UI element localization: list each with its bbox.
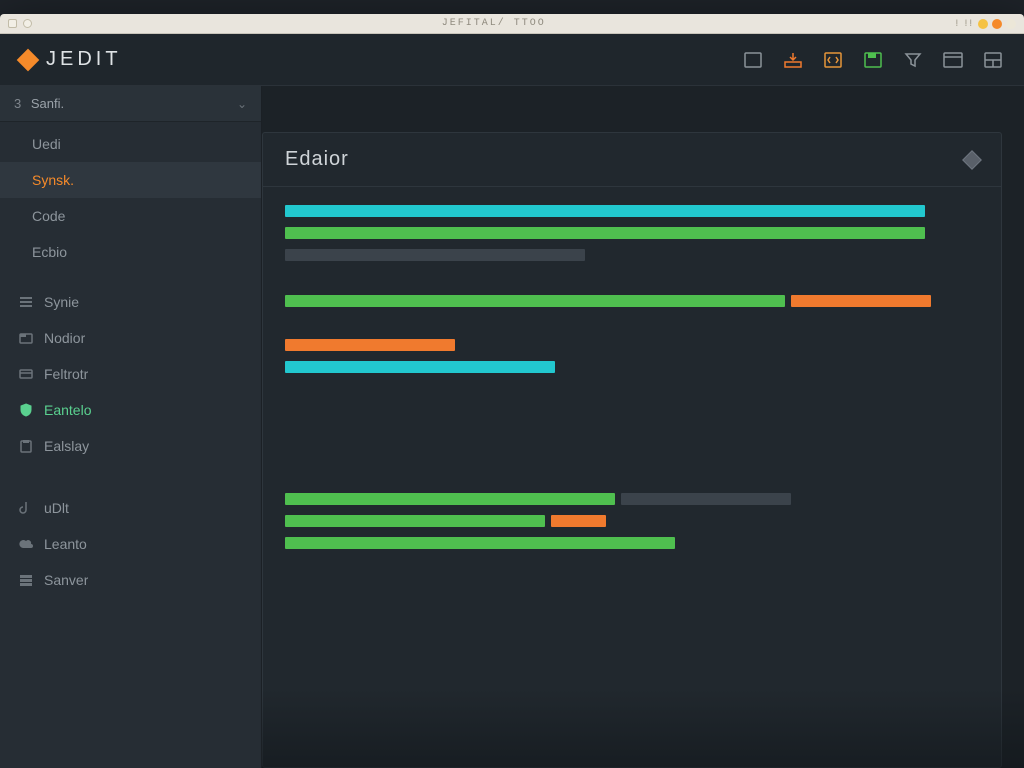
code-token-orange xyxy=(551,515,606,527)
code-line xyxy=(285,361,979,373)
toolbar xyxy=(742,51,1004,69)
filter-icon[interactable] xyxy=(902,51,924,69)
sidebar-item-label: Feltrotr xyxy=(44,366,88,382)
sidebar-item-feltrotr[interactable]: Feltrotr xyxy=(0,356,261,392)
sidebar-item-label: Synie xyxy=(44,294,79,310)
os-min-button[interactable] xyxy=(23,19,32,28)
blank xyxy=(18,244,22,260)
code-token-grey xyxy=(621,493,791,505)
sidebar-item-synie[interactable]: Synie xyxy=(0,284,261,320)
main-area: Edaior xyxy=(262,86,1024,768)
editor-panel: Edaior xyxy=(262,132,1002,768)
code-line xyxy=(285,537,979,549)
sidebar-item-label: Leanto xyxy=(44,536,87,552)
code-line xyxy=(285,295,979,307)
code-line xyxy=(285,493,979,505)
card-icon xyxy=(18,366,34,382)
editor-header: Edaior xyxy=(263,133,1001,187)
list-icon xyxy=(18,294,34,310)
sidebar-item-leanto[interactable]: Leanto xyxy=(0,526,261,562)
blank xyxy=(18,208,22,224)
sidebar-item-ecbio[interactable]: Ecbio xyxy=(0,234,261,270)
code-token-cyan xyxy=(285,205,925,217)
rows-icon xyxy=(18,572,34,588)
blank xyxy=(18,172,22,188)
brand-text: JEDIT xyxy=(46,48,122,71)
layout-icon[interactable] xyxy=(982,51,1004,69)
sidebar-item-label: Eantelo xyxy=(44,402,91,418)
folder-icon xyxy=(18,330,34,346)
os-titlebar: JEFITAL/ TTOO ⵑ ⵑⵑ xyxy=(0,14,1024,34)
brand: JEDIT xyxy=(20,48,122,71)
sidebar-item-sanver[interactable]: Sanver xyxy=(0,562,261,598)
code-token-green xyxy=(285,227,925,239)
code-token-cyan xyxy=(285,361,555,373)
app-header: JEDIT xyxy=(0,34,1024,86)
code-token-green xyxy=(285,537,675,549)
code-token-green xyxy=(285,295,785,307)
sidebar-index: 3 xyxy=(14,96,21,111)
traffic-light-max-icon[interactable] xyxy=(992,19,1002,29)
os-status-text: ⵑ ⵑⵑ xyxy=(956,18,974,29)
hook-icon xyxy=(18,500,34,516)
window-icon[interactable] xyxy=(942,51,964,69)
sidebar-item-label: Nodior xyxy=(44,330,85,346)
code-token-orange xyxy=(791,295,931,307)
sidebar-item-label: Code xyxy=(32,208,65,224)
code-area[interactable] xyxy=(263,187,1001,571)
save-icon[interactable] xyxy=(862,51,884,69)
panel-icon[interactable] xyxy=(742,51,764,69)
brand-logo-icon xyxy=(17,48,40,71)
shield-icon xyxy=(18,402,34,418)
code-line xyxy=(285,339,979,351)
app-window: JEFITAL/ TTOO ⵑ ⵑⵑ JEDIT xyxy=(0,14,1024,768)
code-token-green xyxy=(285,493,615,505)
code-token-orange xyxy=(285,339,455,351)
sidebar-item-ealslay[interactable]: Ealslay xyxy=(0,428,261,464)
os-close-button[interactable] xyxy=(8,19,17,28)
traffic-light-min-icon[interactable] xyxy=(978,19,988,29)
sidebar-item-udlt[interactable]: uDlt xyxy=(0,490,261,526)
code-line xyxy=(285,515,979,527)
sidebar-item-uedi[interactable]: Uedi xyxy=(0,126,261,162)
blank xyxy=(18,136,22,152)
code-token-grey xyxy=(285,249,585,261)
editor-title: Edaior xyxy=(285,148,349,171)
sidebar-item-synsk[interactable]: Synsk. xyxy=(0,162,261,198)
sidebar-item-eantelo[interactable]: Eantelo xyxy=(0,392,261,428)
sidebar-item-code[interactable]: Code xyxy=(0,198,261,234)
clipboard-icon xyxy=(18,438,34,454)
code-token-green xyxy=(285,515,545,527)
code-line xyxy=(285,227,979,239)
editor-gem-icon xyxy=(962,150,982,170)
sidebar-item-label: Ealslay xyxy=(44,438,89,454)
sidebar-item-label: Ecbio xyxy=(32,244,67,260)
sidebar-list: Uedi Synsk. Code Ecbio Synie Nodior Feltrotr Ea… xyxy=(0,122,261,598)
sidebar-item-label: Synsk. xyxy=(32,172,74,188)
traffic-light-close-icon[interactable] xyxy=(1006,19,1016,29)
code-line xyxy=(285,249,979,261)
sidebar-item-label: Uedi xyxy=(32,136,61,152)
download-icon[interactable] xyxy=(782,51,804,69)
cloud-icon xyxy=(18,536,34,552)
code-line xyxy=(285,205,979,217)
sidebar-header-label: Sanfi. xyxy=(31,96,64,111)
sidebar-item-label: Sanver xyxy=(44,572,88,588)
chevron-down-icon: ⌄ xyxy=(237,97,247,111)
sidebar-header[interactable]: 3 Sanfi. ⌄ xyxy=(0,86,261,122)
code-icon[interactable] xyxy=(822,51,844,69)
sidebar: 3 Sanfi. ⌄ Uedi Synsk. Code Ecbio Synie Nodio… xyxy=(0,86,262,768)
os-title: JEFITAL/ TTOO xyxy=(442,18,546,29)
sidebar-item-label: uDlt xyxy=(44,500,69,516)
sidebar-item-nodior[interactable]: Nodior xyxy=(0,320,261,356)
